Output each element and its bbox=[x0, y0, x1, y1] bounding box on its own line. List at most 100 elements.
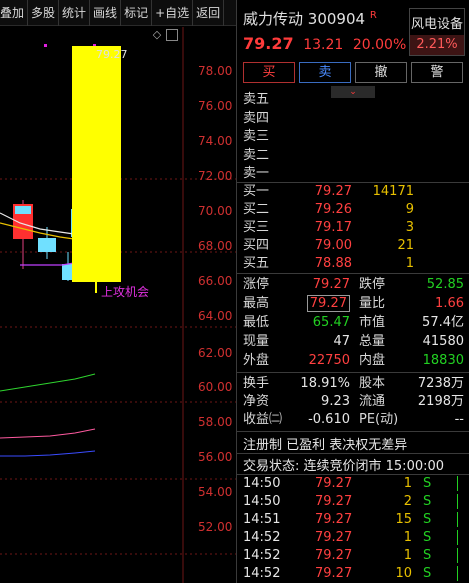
stat-row: 涨停 79.27 跌停 52.85 bbox=[243, 277, 464, 292]
vol-ratio-value: 1.66 bbox=[435, 296, 464, 311]
chart-toolbar: 叠加 多股 统计 画线 标记 +自选 返回 bbox=[0, 0, 236, 26]
toolbar-draw-line-button[interactable]: 画线 bbox=[90, 0, 122, 26]
toolbar-back-button[interactable]: 返回 bbox=[193, 0, 225, 26]
stat-row: 收益㈡ -0.610 PE(动) -- bbox=[243, 412, 464, 427]
ma-blue-line bbox=[0, 450, 96, 457]
tick-bar bbox=[457, 512, 458, 527]
candle-bear bbox=[15, 206, 31, 214]
alert-button[interactable]: 警 bbox=[411, 62, 463, 83]
toolbar-mark-button[interactable]: 标记 bbox=[121, 0, 153, 26]
ma-pink-line bbox=[0, 428, 96, 439]
eps-value: -0.610 bbox=[308, 412, 350, 427]
price-change-pct: 20.00% bbox=[352, 37, 407, 53]
toolbar-statistics-button[interactable]: 统计 bbox=[59, 0, 91, 26]
market-cap-value: 57.4亿 bbox=[422, 315, 464, 330]
limit-up-candle bbox=[72, 46, 121, 282]
divider bbox=[237, 453, 469, 454]
ask-row: 卖二 bbox=[243, 148, 270, 163]
stat-row: 最高 79.27 量比 1.66 bbox=[243, 295, 464, 312]
ask-row: 卖一 bbox=[243, 166, 270, 181]
toolbar-add-watchlist-button[interactable]: +自选 bbox=[152, 0, 194, 26]
cancel-order-button[interactable]: 撤 bbox=[355, 62, 407, 83]
maximize-icon[interactable] bbox=[166, 29, 178, 41]
stock-title: 威力传动 300904 R bbox=[243, 8, 377, 29]
signal-label: 上攻机会 bbox=[101, 285, 149, 299]
tick-bar bbox=[457, 530, 458, 545]
stat-row: 现量 47 总量 41580 bbox=[243, 334, 464, 349]
low-value: 65.47 bbox=[312, 315, 350, 330]
ma10-line bbox=[0, 222, 75, 240]
y-tick-label: 58.00 bbox=[198, 415, 232, 429]
ask-row: 卖五 bbox=[243, 92, 270, 107]
limit-down-value: 52.85 bbox=[426, 277, 464, 292]
quote-panel: 威力传动 300904 R 79.27 13.21 20.00% 风电设备 2.… bbox=[236, 0, 469, 583]
price-change: 13.21 bbox=[303, 37, 344, 53]
bid-row: 买一 79.27 14171 bbox=[243, 184, 414, 199]
stat-row: 换手 18.91% 股本 7238万 bbox=[243, 376, 464, 391]
tick-row: 14:51 79.27 15 S bbox=[237, 510, 469, 529]
y-tick-label: 52.00 bbox=[198, 520, 232, 534]
registration-tags: 注册制 已盈利 表决权无差异 bbox=[243, 438, 408, 453]
kline-chart[interactable]: 79.27 上攻机会 78.00 76.00 74.00 72.00 70.00… bbox=[0, 27, 236, 583]
chart-controls: ◇ bbox=[151, 29, 178, 41]
candles bbox=[13, 200, 75, 281]
net-asset-value: 9.23 bbox=[321, 394, 350, 409]
limit-up-value: 79.27 bbox=[312, 277, 350, 292]
tick-row: 14:50 79.27 1 S bbox=[237, 474, 469, 493]
sector-box[interactable]: 风电设备 2.21% bbox=[409, 8, 465, 56]
bid-row: 买五 78.88 1 bbox=[243, 256, 414, 271]
tick-bar bbox=[457, 494, 458, 509]
divider bbox=[237, 372, 469, 373]
buy-button[interactable]: 买 bbox=[243, 62, 295, 83]
ma20-line bbox=[20, 262, 75, 266]
toolbar-overlay-button[interactable]: 叠加 bbox=[0, 0, 29, 26]
high-value: 79.27 bbox=[306, 295, 350, 312]
price-line: 79.27 13.21 20.00% bbox=[243, 34, 406, 53]
y-tick-label: 56.00 bbox=[198, 450, 232, 464]
ma5-line bbox=[0, 212, 75, 235]
y-tick-label: 76.00 bbox=[198, 99, 232, 113]
divider bbox=[237, 431, 469, 432]
price-axis: 78.00 76.00 74.00 72.00 70.00 68.00 66.0… bbox=[198, 64, 232, 534]
current-volume-value: 47 bbox=[333, 334, 350, 349]
total-volume-value: 41580 bbox=[422, 334, 464, 349]
y-tick-label: 60.00 bbox=[198, 380, 232, 394]
stat-row: 外盘 22750 内盘 18830 bbox=[243, 353, 464, 368]
toolbar-multi-stock-button[interactable]: 多股 bbox=[28, 0, 60, 26]
tick-row: 14:50 79.27 2 S bbox=[237, 492, 469, 511]
stat-row: 净资 9.23 流通 2198万 bbox=[243, 394, 464, 409]
share-capital-value: 7238万 bbox=[417, 376, 464, 391]
sector-pct: 2.21% bbox=[410, 35, 464, 55]
kline-chart-canvas[interactable]: 79.27 上攻机会 78.00 76.00 74.00 72.00 70.00… bbox=[0, 27, 236, 583]
bid-row: 买二 79.26 9 bbox=[243, 202, 414, 217]
sector-name: 风电设备 bbox=[410, 17, 463, 32]
turnover-value: 18.91% bbox=[300, 376, 350, 391]
y-tick-label: 68.00 bbox=[198, 239, 232, 253]
stat-row: 最低 65.47 市值 57.4亿 bbox=[243, 315, 464, 330]
ask-row: 卖三 bbox=[243, 129, 270, 144]
tick-bar bbox=[457, 548, 458, 563]
last-price: 79.27 bbox=[243, 34, 294, 53]
y-tick-label: 70.00 bbox=[198, 204, 232, 218]
ma-green-line bbox=[0, 373, 96, 392]
diamond-icon[interactable]: ◇ bbox=[151, 29, 163, 41]
tick-row: 14:52 79.27 1 S bbox=[237, 528, 469, 547]
trading-status: 交易状态: 连续竞价闭市 15:00:00 bbox=[243, 459, 445, 474]
outer-volume-value: 22750 bbox=[308, 353, 350, 368]
y-tick-label: 54.00 bbox=[198, 485, 232, 499]
candle-bear bbox=[38, 238, 56, 252]
y-tick-label: 66.00 bbox=[198, 274, 232, 288]
bid-row: 买四 79.00 21 bbox=[243, 238, 414, 253]
tick-bar bbox=[457, 566, 458, 581]
float-shares-value: 2198万 bbox=[417, 394, 464, 409]
y-tick-label: 64.00 bbox=[198, 309, 232, 323]
ask-row: 卖四 bbox=[243, 111, 270, 126]
sell-button[interactable]: 卖 bbox=[299, 62, 351, 83]
bid-row: 买三 79.17 3 bbox=[243, 220, 414, 235]
high-price-label: 79.27 bbox=[96, 48, 128, 61]
y-tick-label: 74.00 bbox=[198, 134, 232, 148]
stock-name: 威力传动 bbox=[243, 10, 304, 28]
pe-value: -- bbox=[454, 412, 464, 427]
tick-row: 14:52 79.27 1 S bbox=[237, 546, 469, 565]
y-tick-label: 62.00 bbox=[198, 346, 232, 360]
